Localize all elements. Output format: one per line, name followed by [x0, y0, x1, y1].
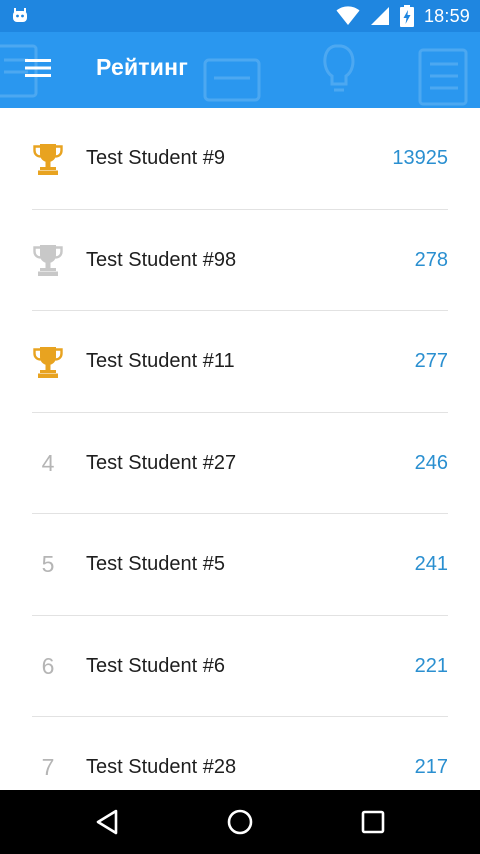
back-icon — [96, 809, 118, 835]
hamburger-menu-icon — [25, 59, 51, 77]
leaderboard-row[interactable]: 6 Test Student #6 221 — [0, 616, 480, 718]
student-name: Test Student #11 — [86, 350, 235, 373]
student-score: 277 — [414, 350, 448, 373]
rank-number: 4 — [41, 449, 55, 476]
screen: 18:59 Рейтинг Test Student #9 13925 Test… — [0, 0, 480, 854]
student-name: Test Student #6 — [86, 654, 225, 677]
student-score: 221 — [414, 654, 448, 677]
rank-indicator — [26, 311, 70, 413]
student-name: Test Student #98 — [86, 248, 237, 271]
student-score: 278 — [414, 248, 448, 271]
leaderboard-row[interactable]: 7 Test Student #28 217 — [0, 717, 480, 790]
gold-trophy-icon — [33, 346, 63, 378]
student-score: 246 — [414, 451, 448, 474]
status-bar: 18:59 — [0, 0, 480, 32]
rank-number: 5 — [41, 551, 55, 578]
menu-button[interactable] — [14, 46, 62, 90]
wifi-icon — [336, 6, 360, 25]
recent-apps-button[interactable] — [345, 800, 401, 844]
rank-number: 6 — [41, 652, 55, 679]
gold-trophy-icon — [33, 143, 63, 175]
rank-indicator: 6 — [26, 616, 70, 718]
student-score: 13925 — [392, 147, 448, 170]
rank-indicator — [26, 108, 70, 210]
student-name: Test Student #5 — [86, 553, 225, 576]
home-icon — [227, 809, 253, 835]
leaderboard-row[interactable]: Test Student #98 278 — [0, 210, 480, 312]
home-button[interactable] — [212, 800, 268, 844]
student-name: Test Student #9 — [86, 147, 225, 170]
leaderboard-list[interactable]: Test Student #9 13925 Test Student #98 278 T… — [0, 108, 480, 790]
rank-indicator: 5 — [26, 514, 70, 616]
app-bar-background-pattern — [0, 44, 468, 106]
status-icons: 18:59 — [336, 0, 470, 32]
navigation-bar — [0, 790, 480, 854]
rank-indicator: 4 — [26, 413, 70, 515]
app-notification-icon — [13, 8, 27, 22]
leaderboard-row[interactable]: 5 Test Student #5 241 — [0, 514, 480, 616]
rank-indicator: 7 — [26, 717, 70, 790]
battery-charging-icon — [399, 5, 414, 27]
student-score: 241 — [414, 553, 448, 576]
signal-icon — [370, 7, 389, 25]
app-bar: Рейтинг — [0, 32, 480, 108]
rank-number: 7 — [41, 754, 55, 781]
recent-apps-icon — [361, 810, 385, 834]
leaderboard-row[interactable]: Test Student #9 13925 — [0, 108, 480, 210]
leaderboard-row[interactable]: Test Student #11 277 — [0, 311, 480, 413]
student-name: Test Student #27 — [86, 451, 237, 474]
back-button[interactable] — [79, 800, 135, 844]
rank-indicator — [26, 210, 70, 312]
silver-trophy-icon — [33, 245, 63, 277]
student-score: 217 — [414, 756, 448, 779]
status-time: 18:59 — [423, 5, 470, 26]
page-title: Рейтинг — [96, 54, 188, 80]
leaderboard-row[interactable]: 4 Test Student #27 246 — [0, 413, 480, 515]
student-name: Test Student #28 — [86, 756, 237, 779]
